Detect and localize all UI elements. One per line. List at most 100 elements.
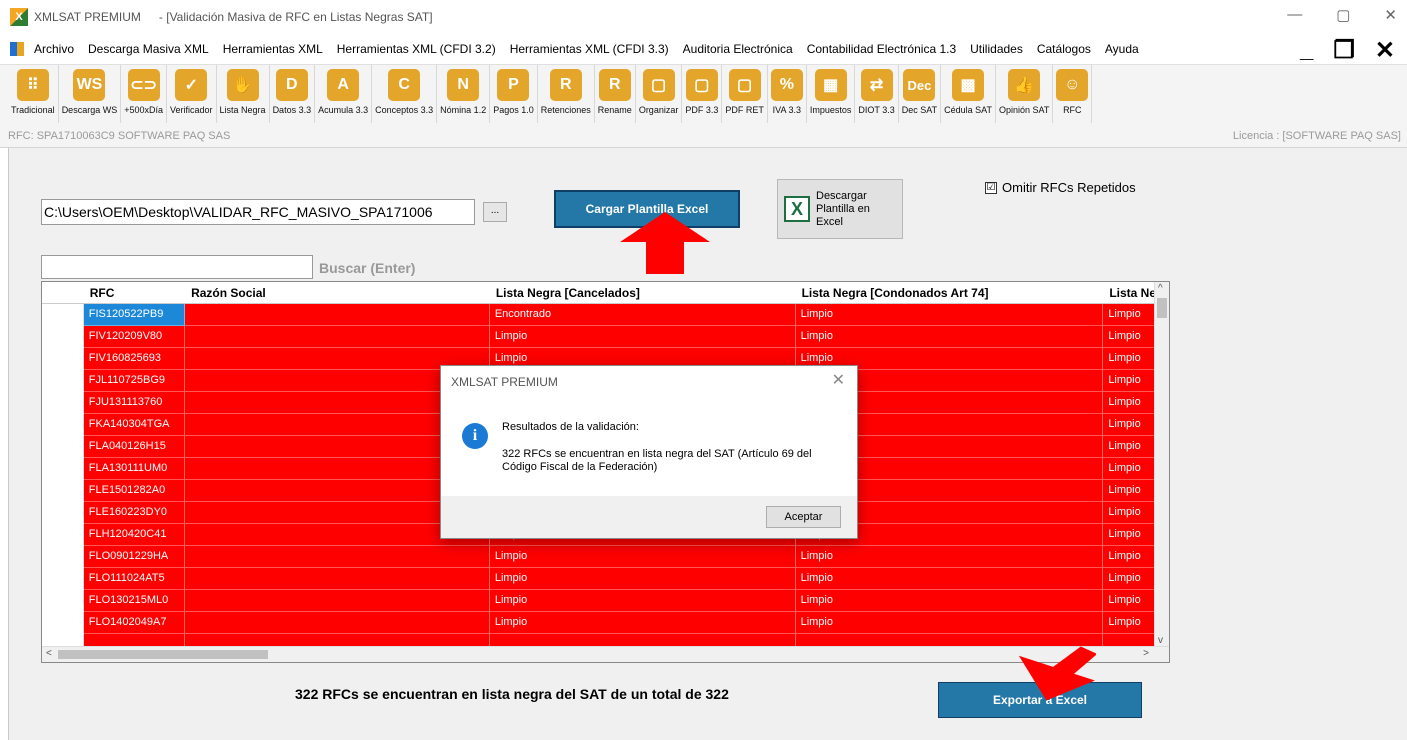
menu-herramientas-xml[interactable]: Herramientas XML	[223, 42, 323, 56]
row-selector[interactable]	[42, 304, 84, 326]
row-selector[interactable]	[42, 546, 84, 568]
scroll-up-icon[interactable]: ^	[1158, 283, 1163, 294]
row-selector[interactable]	[42, 326, 84, 348]
table-row[interactable]: FLO0901229HA Limpio Limpio Limpio	[42, 546, 1156, 568]
tool-rfc[interactable]: ☺ RFC	[1053, 65, 1093, 123]
row-selector[interactable]	[42, 590, 84, 612]
cell-condonados[interactable]: Limpio	[795, 590, 1104, 612]
cell-rfc[interactable]: FLE1501282A0	[83, 480, 186, 502]
cell-lista-negra-other[interactable]: Limpio	[1103, 590, 1156, 612]
scroll-right-icon[interactable]: >	[1143, 648, 1149, 659]
header-cancelados[interactable]: Lista Negra [Cancelados]	[490, 282, 796, 303]
cell-cancelados[interactable]: Limpio	[489, 568, 796, 590]
cell-razon-social[interactable]	[185, 590, 490, 612]
cell-cancelados[interactable]: Encontrado	[489, 304, 796, 326]
cell-lista-negra-other[interactable]: Limpio	[1103, 524, 1156, 546]
cell-cancelados[interactable]: Limpio	[489, 546, 796, 568]
scroll-left-icon[interactable]: <	[46, 648, 52, 659]
tool-nomina12[interactable]: N Nómina 1.2	[437, 65, 491, 123]
cell-lista-negra-other[interactable]: Limpio	[1103, 392, 1156, 414]
close-window-button[interactable]: ✕	[1384, 6, 1397, 24]
tool-organizar[interactable]: ▢ Organizar	[636, 65, 683, 123]
cell-razon-social[interactable]	[185, 326, 490, 348]
row-selector[interactable]	[42, 612, 84, 634]
cell-lista-negra-other[interactable]: Limpio	[1103, 480, 1156, 502]
tool-datos33[interactable]: D Datos 3.3	[270, 65, 316, 123]
search-input[interactable]	[41, 255, 313, 279]
menu-archivo[interactable]: Archivo	[34, 42, 74, 56]
horizontal-scroll-thumb[interactable]	[58, 650, 268, 659]
cell-lista-negra-other[interactable]: Limpio	[1103, 414, 1156, 436]
cell-cancelados[interactable]: Limpio	[489, 590, 796, 612]
tool-pagos10[interactable]: P Pagos 1.0	[490, 65, 538, 123]
browse-button[interactable]: ...	[483, 202, 507, 222]
cell-lista-negra-other[interactable]: Limpio	[1103, 458, 1156, 480]
header-lista-negra-other[interactable]: Lista Ne	[1103, 282, 1156, 303]
menu-utilidades[interactable]: Utilidades	[970, 42, 1023, 56]
cell-razon-social[interactable]	[185, 304, 490, 326]
cell-lista-negra-other[interactable]: Limpio	[1103, 436, 1156, 458]
table-row[interactable]: FIS120522PB9 Encontrado Limpio Limpio	[42, 304, 1156, 326]
cell-lista-negra-other[interactable]: Limpio	[1103, 568, 1156, 590]
table-row[interactable]: FIV120209V80 Limpio Limpio Limpio	[42, 326, 1156, 348]
row-selector[interactable]	[42, 524, 84, 546]
cell-rfc[interactable]: FIV120209V80	[83, 326, 186, 348]
tool-dec-sat[interactable]: Dec Dec SAT	[899, 65, 942, 123]
table-row[interactable]: FLO130215ML0 Limpio Limpio Limpio	[42, 590, 1156, 612]
mdi-close-button[interactable]: ✕	[1375, 36, 1395, 65]
cell-rfc[interactable]: FLO0901229HA	[83, 546, 186, 568]
minimize-window-button[interactable]: —	[1287, 6, 1302, 24]
tool-impuestos[interactable]: ▦ Impuestos	[807, 65, 856, 123]
mdi-restore-button[interactable]: ❐	[1333, 36, 1355, 65]
menu-contabilidad[interactable]: Contabilidad Electrónica 1.3	[807, 42, 956, 56]
header-condonados[interactable]: Lista Negra [Condonados Art 74]	[796, 282, 1104, 303]
tool-verificador[interactable]: ✓ Verificador	[167, 65, 217, 123]
header-razon-social[interactable]: Razón Social	[185, 282, 490, 303]
tool-pdf33[interactable]: ▢ PDF 3.3	[682, 65, 723, 123]
vertical-scroll-thumb[interactable]	[1157, 298, 1167, 318]
row-selector[interactable]	[42, 480, 84, 502]
mdi-minimize-button[interactable]: _	[1300, 36, 1313, 65]
cell-rfc[interactable]: FLH120420C41	[83, 524, 186, 546]
tool-descarga-ws[interactable]: WS Descarga WS	[59, 65, 122, 123]
cell-razon-social[interactable]	[185, 568, 490, 590]
cell-condonados[interactable]: Limpio	[795, 612, 1104, 634]
cell-lista-negra-other[interactable]: Limpio	[1103, 326, 1156, 348]
tool-acumula33[interactable]: A Acumula 3.3	[315, 65, 373, 123]
tool-retenciones[interactable]: R Retenciones	[538, 65, 595, 123]
download-template-button[interactable]: X Descargar Plantilla en Excel	[777, 179, 903, 239]
tool-lista-negra[interactable]: ✋ Lista Negra	[217, 65, 270, 123]
cell-razon-social[interactable]	[185, 612, 490, 634]
tool-pdf-ret[interactable]: ▢ PDF RET	[722, 65, 768, 123]
table-row[interactable]: FLO1402049A7 Limpio Limpio Limpio	[42, 612, 1156, 634]
cell-cancelados[interactable]: Limpio	[489, 612, 796, 634]
table-row[interactable]: FLO111024AT5 Limpio Limpio Limpio	[42, 568, 1156, 590]
cell-rfc[interactable]: FLE160223DY0	[83, 502, 186, 524]
cell-condonados[interactable]: Limpio	[795, 546, 1104, 568]
cell-rfc[interactable]: FJL110725BG9	[83, 370, 186, 392]
cell-lista-negra-other[interactable]: Limpio	[1103, 502, 1156, 524]
menu-catalogos[interactable]: Catálogos	[1037, 42, 1091, 56]
cell-lista-negra-other[interactable]: Limpio	[1103, 304, 1156, 326]
cell-rfc[interactable]: FIS120522PB9	[83, 304, 186, 326]
tool-tradicional[interactable]: ⠿ Tradicional	[8, 65, 59, 123]
menu-herramientas-cfdi33[interactable]: Herramientas XML (CFDI 3.3)	[510, 42, 669, 56]
cell-rfc[interactable]: FIV160825693	[83, 348, 186, 370]
cell-condonados[interactable]: Limpio	[795, 568, 1104, 590]
cell-razon-social[interactable]	[185, 546, 490, 568]
menu-auditoria[interactable]: Auditoria Electrónica	[683, 42, 793, 56]
menu-ayuda[interactable]: Ayuda	[1105, 42, 1139, 56]
cell-condonados[interactable]: Limpio	[795, 326, 1104, 348]
cell-rfc[interactable]: FLO111024AT5	[83, 568, 186, 590]
cell-lista-negra-other[interactable]: Limpio	[1103, 612, 1156, 634]
restore-window-button[interactable]: ▢	[1336, 6, 1350, 24]
horizontal-scrollbar[interactable]: < >	[42, 646, 1169, 662]
cell-lista-negra-other[interactable]: Limpio	[1103, 348, 1156, 370]
cell-lista-negra-other[interactable]: Limpio	[1103, 370, 1156, 392]
cell-cancelados[interactable]: Limpio	[489, 326, 796, 348]
row-selector[interactable]	[42, 392, 84, 414]
cell-rfc[interactable]: FLA130111UM0	[83, 458, 186, 480]
row-selector[interactable]	[42, 348, 84, 370]
row-selector[interactable]	[42, 458, 84, 480]
vertical-scrollbar[interactable]: ^ v	[1154, 282, 1169, 648]
